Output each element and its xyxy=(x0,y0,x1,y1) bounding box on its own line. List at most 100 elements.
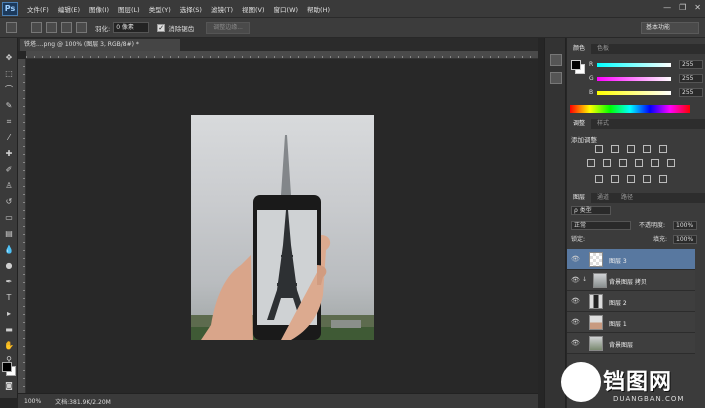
layer-row-layer-1[interactable]: 👁 图层 1 xyxy=(567,312,695,333)
pen-tool-icon[interactable]: ✒ xyxy=(3,276,15,288)
lasso-tool-icon[interactable]: ⌒ xyxy=(3,84,15,96)
exposure-icon[interactable] xyxy=(643,145,651,153)
blur-tool-icon[interactable]: 💧 xyxy=(3,244,15,256)
menu-filter[interactable]: 滤镜(T) xyxy=(211,4,233,14)
history-panel-icon[interactable] xyxy=(550,54,562,66)
lasso-tool-preset-icon[interactable] xyxy=(6,22,17,33)
posterize-icon[interactable] xyxy=(611,175,619,183)
blue-value[interactable]: 255 xyxy=(679,88,703,97)
curves-icon[interactable] xyxy=(627,145,635,153)
move-tool-icon[interactable]: ✥ xyxy=(3,52,15,64)
vibrance-icon[interactable] xyxy=(659,145,667,153)
brightness-contrast-icon[interactable] xyxy=(595,145,603,153)
visibility-eye-icon[interactable]: 👁 xyxy=(571,297,580,305)
blue-slider[interactable] xyxy=(597,91,671,95)
minimize-icon[interactable]: — xyxy=(663,3,671,12)
threshold-icon[interactable] xyxy=(627,175,635,183)
opacity-input[interactable]: 100% xyxy=(673,221,697,230)
color-balance-icon[interactable] xyxy=(603,159,611,167)
refine-edge-button[interactable]: 调整边缘... xyxy=(206,21,250,34)
menu-layer[interactable]: 图层(L) xyxy=(118,4,140,14)
zoom-level[interactable]: 100% xyxy=(24,398,41,405)
restore-icon[interactable]: ❐ xyxy=(679,3,686,12)
hue-saturation-icon[interactable] xyxy=(587,159,595,167)
menu-help[interactable]: 帮助(H) xyxy=(307,4,330,14)
layer-row-background-copy[interactable]: 👁 ↓ 背景图层 拷贝 xyxy=(567,270,695,291)
color-spectrum[interactable] xyxy=(570,105,690,113)
visibility-eye-icon[interactable]: 👁 xyxy=(571,276,580,284)
layer-name[interactable]: 图层 2 xyxy=(609,298,627,307)
workspace-select[interactable]: 基本功能 xyxy=(641,22,699,34)
tab-styles[interactable]: 样式 xyxy=(591,119,615,129)
new-selection-icon[interactable] xyxy=(31,22,42,33)
quick-select-tool-icon[interactable]: ✎ xyxy=(3,100,15,112)
layer-row-layer-2[interactable]: 👁 图层 2 xyxy=(567,291,695,312)
visibility-eye-icon[interactable]: 👁 xyxy=(571,255,580,263)
tab-paths[interactable]: 路径 xyxy=(615,193,639,203)
intersect-selection-icon[interactable] xyxy=(76,22,87,33)
menu-type[interactable]: 类型(Y) xyxy=(149,4,171,14)
menu-view[interactable]: 视图(V) xyxy=(242,4,265,14)
site-watermark: 铛图网 DUANGBAN.COM xyxy=(561,362,701,406)
levels-icon[interactable] xyxy=(611,145,619,153)
fill-input[interactable]: 100% xyxy=(673,235,697,244)
foreground-color-swatch[interactable] xyxy=(2,362,12,372)
hand-tool-icon[interactable]: ✋ xyxy=(3,340,15,352)
blend-mode-select[interactable]: 正常 xyxy=(571,221,631,230)
layer-name[interactable]: 图层 1 xyxy=(609,319,627,328)
tab-swatches[interactable]: 色板 xyxy=(591,44,615,54)
tab-layers[interactable]: 图层 xyxy=(567,193,592,203)
shape-tool-icon[interactable]: ▬ xyxy=(3,324,15,336)
black-white-icon[interactable] xyxy=(619,159,627,167)
layer-name[interactable]: 背景图层 拷贝 xyxy=(609,277,647,286)
healing-brush-tool-icon[interactable]: ✚ xyxy=(3,148,15,160)
menu-select[interactable]: 选择(S) xyxy=(180,4,202,14)
green-value[interactable]: 255 xyxy=(679,74,703,83)
menu-image[interactable]: 图像(I) xyxy=(89,4,109,14)
eyedropper-tool-icon[interactable]: ⁄ xyxy=(3,132,15,144)
subtract-selection-icon[interactable] xyxy=(61,22,72,33)
crop-tool-icon[interactable]: ⌗ xyxy=(3,116,15,128)
photo-filter-icon[interactable] xyxy=(635,159,643,167)
visibility-eye-icon[interactable]: 👁 xyxy=(571,339,580,347)
gradient-tool-icon[interactable]: ▤ xyxy=(3,228,15,240)
color-panel-foreground[interactable] xyxy=(571,60,581,70)
antialias-checkbox[interactable]: ✓ xyxy=(157,23,166,32)
red-value[interactable]: 255 xyxy=(679,60,703,69)
layer-filter-select[interactable]: ρ 类型 xyxy=(571,206,611,215)
menu-file[interactable]: 文件(F) xyxy=(27,4,49,14)
document-tab[interactable]: 铁塔....png @ 100% (图层 3, RGB/8#) * xyxy=(20,39,180,51)
dodge-tool-icon[interactable]: ● xyxy=(3,260,15,272)
color-lookup-icon[interactable] xyxy=(667,159,675,167)
marquee-tool-icon[interactable]: ⬚ xyxy=(3,68,15,80)
add-selection-icon[interactable] xyxy=(46,22,57,33)
layer-name[interactable]: 背景图层 xyxy=(609,340,633,349)
close-icon[interactable]: ✕ xyxy=(694,3,701,12)
green-slider[interactable] xyxy=(597,77,671,81)
gradient-map-icon[interactable] xyxy=(643,175,651,183)
feather-input[interactable]: 0 像素 xyxy=(113,22,150,33)
menu-window[interactable]: 窗口(W) xyxy=(274,4,299,14)
canvas-image[interactable] xyxy=(191,115,374,340)
history-brush-tool-icon[interactable]: ↺ xyxy=(3,196,15,208)
visibility-eye-icon[interactable]: 👁 xyxy=(571,318,580,326)
layer-name[interactable]: 图层 3 xyxy=(609,256,627,265)
tab-adjustments[interactable]: 调整 xyxy=(567,119,592,129)
channel-mixer-icon[interactable] xyxy=(651,159,659,167)
path-select-tool-icon[interactable]: ▸ xyxy=(3,308,15,320)
properties-panel-icon[interactable] xyxy=(550,72,562,84)
feather-label: 羽化: xyxy=(95,24,111,33)
selective-color-icon[interactable] xyxy=(659,175,667,183)
clone-stamp-tool-icon[interactable]: ♙ xyxy=(3,180,15,192)
quick-mask-icon[interactable]: ◙ xyxy=(3,380,15,392)
invert-icon[interactable] xyxy=(595,175,603,183)
brush-tool-icon[interactable]: ✐ xyxy=(3,164,15,176)
layer-row-layer-3[interactable]: 👁 图层 3 xyxy=(567,249,695,270)
tab-channels[interactable]: 通道 xyxy=(591,193,615,203)
tab-color[interactable]: 颜色 xyxy=(567,44,592,54)
menu-edit[interactable]: 编辑(E) xyxy=(58,4,80,14)
layer-row-background[interactable]: 👁 背景图层 xyxy=(567,333,695,354)
eraser-tool-icon[interactable]: ▭ xyxy=(3,212,15,224)
red-slider[interactable] xyxy=(597,63,671,67)
type-tool-icon[interactable]: T xyxy=(3,292,15,304)
